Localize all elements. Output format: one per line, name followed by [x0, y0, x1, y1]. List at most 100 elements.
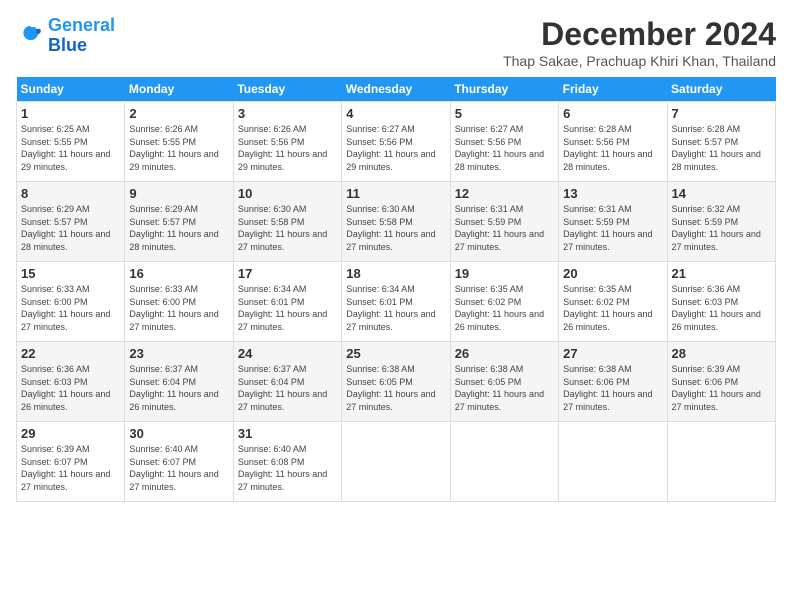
day-number: 6 — [563, 106, 662, 121]
day-number: 23 — [129, 346, 228, 361]
day-info: Sunrise: 6:27 AM Sunset: 5:56 PM Dayligh… — [455, 123, 554, 173]
calendar-day-cell: 12 Sunrise: 6:31 AM Sunset: 5:59 PM Dayl… — [450, 182, 558, 262]
header-friday: Friday — [559, 77, 667, 102]
calendar-day-cell: 31 Sunrise: 6:40 AM Sunset: 6:08 PM Dayl… — [233, 422, 341, 502]
day-info: Sunrise: 6:35 AM Sunset: 6:02 PM Dayligh… — [455, 283, 554, 333]
calendar-day-cell: 16 Sunrise: 6:33 AM Sunset: 6:00 PM Dayl… — [125, 262, 233, 342]
day-info: Sunrise: 6:26 AM Sunset: 5:55 PM Dayligh… — [129, 123, 228, 173]
header-thursday: Thursday — [450, 77, 558, 102]
calendar-week-row: 15 Sunrise: 6:33 AM Sunset: 6:00 PM Dayl… — [17, 262, 776, 342]
calendar-day-cell: 30 Sunrise: 6:40 AM Sunset: 6:07 PM Dayl… — [125, 422, 233, 502]
day-info: Sunrise: 6:35 AM Sunset: 6:02 PM Dayligh… — [563, 283, 662, 333]
day-info: Sunrise: 6:33 AM Sunset: 6:00 PM Dayligh… — [21, 283, 120, 333]
day-info: Sunrise: 6:37 AM Sunset: 6:04 PM Dayligh… — [129, 363, 228, 413]
calendar-day-cell: 25 Sunrise: 6:38 AM Sunset: 6:05 PM Dayl… — [342, 342, 450, 422]
page-header: General Blue December 2024 Thap Sakae, P… — [16, 16, 776, 69]
calendar-day-cell: 3 Sunrise: 6:26 AM Sunset: 5:56 PM Dayli… — [233, 102, 341, 182]
day-number: 18 — [346, 266, 445, 281]
day-number: 2 — [129, 106, 228, 121]
day-info: Sunrise: 6:31 AM Sunset: 5:59 PM Dayligh… — [563, 203, 662, 253]
logo: General Blue — [16, 16, 115, 56]
calendar-day-cell: 1 Sunrise: 6:25 AM Sunset: 5:55 PM Dayli… — [17, 102, 125, 182]
day-number: 7 — [672, 106, 771, 121]
day-number: 15 — [21, 266, 120, 281]
day-info: Sunrise: 6:28 AM Sunset: 5:57 PM Dayligh… — [672, 123, 771, 173]
calendar-day-cell: 19 Sunrise: 6:35 AM Sunset: 6:02 PM Dayl… — [450, 262, 558, 342]
empty-cell — [342, 422, 450, 502]
day-info: Sunrise: 6:40 AM Sunset: 6:07 PM Dayligh… — [129, 443, 228, 493]
day-number: 22 — [21, 346, 120, 361]
header-sunday: Sunday — [17, 77, 125, 102]
calendar-day-cell: 21 Sunrise: 6:36 AM Sunset: 6:03 PM Dayl… — [667, 262, 775, 342]
day-info: Sunrise: 6:36 AM Sunset: 6:03 PM Dayligh… — [672, 283, 771, 333]
day-number: 31 — [238, 426, 337, 441]
calendar-day-cell: 23 Sunrise: 6:37 AM Sunset: 6:04 PM Dayl… — [125, 342, 233, 422]
calendar-header-row: Sunday Monday Tuesday Wednesday Thursday… — [17, 77, 776, 102]
day-number: 17 — [238, 266, 337, 281]
header-wednesday: Wednesday — [342, 77, 450, 102]
day-number: 16 — [129, 266, 228, 281]
day-info: Sunrise: 6:34 AM Sunset: 6:01 PM Dayligh… — [346, 283, 445, 333]
day-info: Sunrise: 6:28 AM Sunset: 5:56 PM Dayligh… — [563, 123, 662, 173]
calendar-day-cell: 6 Sunrise: 6:28 AM Sunset: 5:56 PM Dayli… — [559, 102, 667, 182]
month-year-title: December 2024 — [503, 16, 776, 53]
day-info: Sunrise: 6:38 AM Sunset: 6:06 PM Dayligh… — [563, 363, 662, 413]
day-number: 10 — [238, 186, 337, 201]
calendar-day-cell: 17 Sunrise: 6:34 AM Sunset: 6:01 PM Dayl… — [233, 262, 341, 342]
day-number: 9 — [129, 186, 228, 201]
calendar-day-cell: 15 Sunrise: 6:33 AM Sunset: 6:00 PM Dayl… — [17, 262, 125, 342]
day-info: Sunrise: 6:38 AM Sunset: 6:05 PM Dayligh… — [346, 363, 445, 413]
day-number: 13 — [563, 186, 662, 201]
location-subtitle: Thap Sakae, Prachuap Khiri Khan, Thailan… — [503, 53, 776, 69]
day-info: Sunrise: 6:32 AM Sunset: 5:59 PM Dayligh… — [672, 203, 771, 253]
day-number: 29 — [21, 426, 120, 441]
calendar-day-cell: 24 Sunrise: 6:37 AM Sunset: 6:04 PM Dayl… — [233, 342, 341, 422]
day-info: Sunrise: 6:27 AM Sunset: 5:56 PM Dayligh… — [346, 123, 445, 173]
calendar-day-cell: 7 Sunrise: 6:28 AM Sunset: 5:57 PM Dayli… — [667, 102, 775, 182]
calendar-day-cell: 26 Sunrise: 6:38 AM Sunset: 6:05 PM Dayl… — [450, 342, 558, 422]
day-number: 24 — [238, 346, 337, 361]
day-info: Sunrise: 6:40 AM Sunset: 6:08 PM Dayligh… — [238, 443, 337, 493]
calendar-day-cell: 18 Sunrise: 6:34 AM Sunset: 6:01 PM Dayl… — [342, 262, 450, 342]
header-tuesday: Tuesday — [233, 77, 341, 102]
empty-cell — [667, 422, 775, 502]
calendar-day-cell: 22 Sunrise: 6:36 AM Sunset: 6:03 PM Dayl… — [17, 342, 125, 422]
calendar-day-cell: 5 Sunrise: 6:27 AM Sunset: 5:56 PM Dayli… — [450, 102, 558, 182]
empty-cell — [559, 422, 667, 502]
day-info: Sunrise: 6:31 AM Sunset: 5:59 PM Dayligh… — [455, 203, 554, 253]
logo-text: General Blue — [48, 16, 115, 56]
day-info: Sunrise: 6:33 AM Sunset: 6:00 PM Dayligh… — [129, 283, 228, 333]
calendar-week-row: 22 Sunrise: 6:36 AM Sunset: 6:03 PM Dayl… — [17, 342, 776, 422]
calendar-table: Sunday Monday Tuesday Wednesday Thursday… — [16, 77, 776, 502]
day-info: Sunrise: 6:39 AM Sunset: 6:06 PM Dayligh… — [672, 363, 771, 413]
day-number: 14 — [672, 186, 771, 201]
calendar-day-cell: 29 Sunrise: 6:39 AM Sunset: 6:07 PM Dayl… — [17, 422, 125, 502]
day-info: Sunrise: 6:29 AM Sunset: 5:57 PM Dayligh… — [129, 203, 228, 253]
calendar-day-cell: 8 Sunrise: 6:29 AM Sunset: 5:57 PM Dayli… — [17, 182, 125, 262]
day-number: 30 — [129, 426, 228, 441]
title-block: December 2024 Thap Sakae, Prachuap Khiri… — [503, 16, 776, 69]
day-number: 19 — [455, 266, 554, 281]
calendar-week-row: 29 Sunrise: 6:39 AM Sunset: 6:07 PM Dayl… — [17, 422, 776, 502]
empty-cell — [450, 422, 558, 502]
day-number: 21 — [672, 266, 771, 281]
calendar-day-cell: 14 Sunrise: 6:32 AM Sunset: 5:59 PM Dayl… — [667, 182, 775, 262]
day-number: 11 — [346, 186, 445, 201]
calendar-day-cell: 28 Sunrise: 6:39 AM Sunset: 6:06 PM Dayl… — [667, 342, 775, 422]
day-info: Sunrise: 6:37 AM Sunset: 6:04 PM Dayligh… — [238, 363, 337, 413]
calendar-day-cell: 27 Sunrise: 6:38 AM Sunset: 6:06 PM Dayl… — [559, 342, 667, 422]
day-number: 20 — [563, 266, 662, 281]
day-number: 28 — [672, 346, 771, 361]
calendar-day-cell: 20 Sunrise: 6:35 AM Sunset: 6:02 PM Dayl… — [559, 262, 667, 342]
day-info: Sunrise: 6:38 AM Sunset: 6:05 PM Dayligh… — [455, 363, 554, 413]
day-number: 27 — [563, 346, 662, 361]
calendar-day-cell: 4 Sunrise: 6:27 AM Sunset: 5:56 PM Dayli… — [342, 102, 450, 182]
day-number: 4 — [346, 106, 445, 121]
calendar-day-cell: 13 Sunrise: 6:31 AM Sunset: 5:59 PM Dayl… — [559, 182, 667, 262]
day-number: 26 — [455, 346, 554, 361]
calendar-day-cell: 11 Sunrise: 6:30 AM Sunset: 5:58 PM Dayl… — [342, 182, 450, 262]
day-number: 3 — [238, 106, 337, 121]
day-info: Sunrise: 6:34 AM Sunset: 6:01 PM Dayligh… — [238, 283, 337, 333]
logo-icon — [16, 22, 44, 50]
day-number: 25 — [346, 346, 445, 361]
